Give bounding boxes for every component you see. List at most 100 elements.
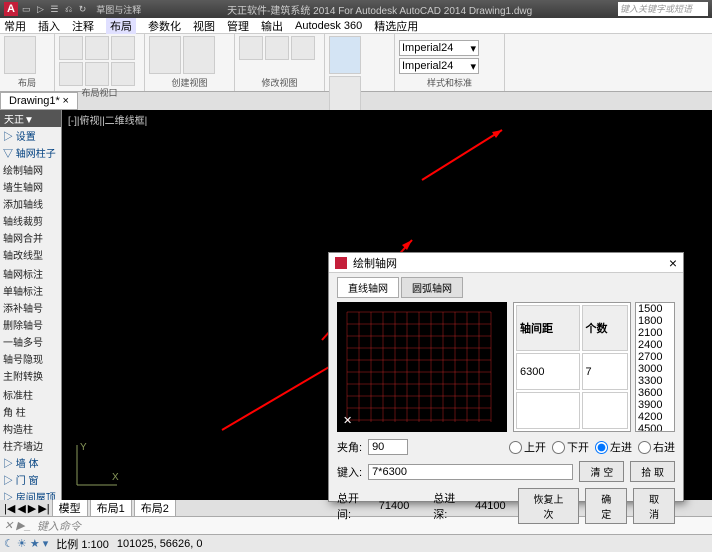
tab-layout2[interactable]: 布局2 [134, 499, 176, 517]
angle-input[interactable] [368, 439, 408, 455]
sidebar-item[interactable]: 轴网标注 [0, 265, 61, 282]
dialog-title: 绘制轴网 [353, 255, 397, 271]
axis-spacing-table[interactable]: 轴间距个数 63007 [513, 302, 631, 432]
coords-display: 101025, 56626, 0 [117, 538, 203, 550]
ok-button[interactable]: 确定 [585, 488, 627, 524]
sidebar-item[interactable]: ▷ 墙 体 [0, 454, 61, 471]
spacing-presets[interactable]: 1500180021002400270030003300360039004200… [635, 302, 675, 432]
radio-bottom[interactable]: 下开 [552, 439, 589, 455]
sidebar-item[interactable]: 单轴标注 [0, 282, 61, 299]
viewport-icon[interactable] [111, 36, 135, 60]
app-icon: A [4, 2, 18, 16]
nav-first[interactable]: |◀ [4, 502, 15, 515]
sidebar-item[interactable]: 添加轴线 [0, 195, 61, 212]
window-title: 天正软件-建筑系统 2014 For Autodesk AutoCAD 2014… [141, 2, 618, 17]
style-combo-1[interactable]: Imperial24▾ [399, 40, 479, 56]
help-search[interactable]: 键入关键字或短语 [618, 2, 708, 16]
sidebar-item[interactable]: 轴网合并 [0, 229, 61, 246]
sidebar-item[interactable]: 添补轴号 [0, 299, 61, 316]
title-bar: A ▭ ▷ ☰ ⎌ ↻ 草图与注释 天正软件-建筑系统 2014 For Aut… [0, 0, 712, 18]
total-depth-value: 44100 [475, 500, 506, 512]
sidebar-item[interactable]: ▽ 轴网柱子 [0, 144, 61, 161]
sidebar-title[interactable]: 天正▼ [0, 110, 61, 127]
modify-view-icon[interactable] [291, 36, 315, 60]
tab-arc-grid[interactable]: 圆弧轴网 [401, 277, 463, 298]
qat-caption: 草图与注释 [96, 3, 141, 16]
close-icon[interactable]: × [63, 95, 69, 107]
create-view-icon[interactable] [149, 36, 181, 74]
ribbon-tabs: 常用 插入 注释 布局 参数化 视图 管理 输出 Autodesk 360 精选… [0, 18, 712, 34]
svg-text:X: X [112, 472, 119, 483]
style-combo-2[interactable]: Imperial24▾ [399, 58, 479, 74]
doc-tab[interactable]: Drawing1* × [0, 92, 78, 110]
viewport-icon[interactable] [111, 62, 135, 86]
radio-top[interactable]: 上开 [509, 439, 546, 455]
sidebar-item[interactable]: 角 柱 [0, 403, 61, 420]
sidebar-item[interactable]: ▷ 门 窗 [0, 471, 61, 488]
ucs-icon: X Y [72, 440, 122, 490]
modify-view-icon[interactable] [239, 36, 263, 60]
clear-button[interactable]: 清 空 [579, 461, 624, 482]
scale-display[interactable]: 比例 1:100 [56, 536, 109, 552]
sidebar-item[interactable]: 一轴多号 [0, 333, 61, 350]
sidebar-item[interactable]: ▷ 房间屋顶 [0, 488, 61, 500]
tab-manage[interactable]: 管理 [227, 18, 249, 34]
angle-label: 夹角: [337, 439, 362, 455]
tab-parametric[interactable]: 参数化 [148, 18, 181, 34]
nav-next[interactable]: ▶ [28, 502, 36, 515]
tab-home[interactable]: 常用 [4, 18, 26, 34]
nav-prev[interactable]: ◀ [17, 502, 25, 515]
create-view-icon[interactable] [183, 36, 215, 74]
total-width-label: 总开间: [337, 490, 373, 522]
viewport-icon[interactable] [85, 62, 109, 86]
viewport-icon[interactable] [59, 62, 83, 86]
nav-last[interactable]: ▶| [38, 502, 49, 515]
tab-insert[interactable]: 插入 [38, 18, 60, 34]
update-icon[interactable] [329, 76, 361, 114]
input-label: 键入: [337, 464, 362, 480]
sidebar-item[interactable]: 删除轴号 [0, 316, 61, 333]
radio-right[interactable]: 右进 [638, 439, 675, 455]
sidebar-item[interactable]: 构造柱 [0, 420, 61, 437]
viewport-icon[interactable] [85, 36, 109, 60]
sidebar-item[interactable]: 墙生轴网 [0, 178, 61, 195]
grid-preview: ✕ [337, 302, 507, 432]
dialog-icon [335, 257, 347, 269]
tab-linear-grid[interactable]: 直线轴网 [337, 277, 399, 298]
chevron-down-icon: ▾ [470, 42, 476, 55]
tab-layout1[interactable]: 布局1 [90, 499, 132, 517]
sidebar-item[interactable]: 主附转换 [0, 367, 61, 384]
total-width-value: 71400 [379, 500, 410, 512]
sidebar-item[interactable]: 轴改线型 [0, 246, 61, 263]
tab-output[interactable]: 输出 [261, 18, 283, 34]
radio-left[interactable]: 左进 [595, 439, 632, 455]
sidebar-item[interactable]: 标准柱 [0, 386, 61, 403]
ribbon-panel: 布局 布局视口 创建视图 修改视图 更新 Imperial24▾Imperial… [0, 34, 712, 92]
cancel-button[interactable]: 取消 [633, 488, 675, 524]
layout-icon[interactable] [4, 36, 36, 74]
update-icon[interactable] [329, 36, 361, 74]
sidebar-item[interactable]: 绘制轴网 [0, 161, 61, 178]
pick-button[interactable]: 拾 取 [630, 461, 675, 482]
sidebar-item[interactable]: 轴号隐现 [0, 350, 61, 367]
total-depth-label: 总进深: [433, 490, 469, 522]
status-icons[interactable]: ☾ ☀ ★ ▾ [4, 537, 48, 550]
tianzheng-sidebar: 天正▼ ▷ 设置▽ 轴网柱子 绘制轴网 墙生轴网 添加轴线 轴线裁剪 轴网合并 … [0, 110, 62, 500]
svg-text:Y: Y [80, 442, 87, 453]
tab-view[interactable]: 视图 [193, 18, 215, 34]
tab-model[interactable]: 模型 [52, 499, 88, 517]
sidebar-item[interactable]: 轴线裁剪 [0, 212, 61, 229]
tab-layout[interactable]: 布局 [106, 18, 136, 34]
qat-icons[interactable]: ▭ ▷ ☰ ⎌ ↻ [22, 4, 88, 15]
svg-text:✕: ✕ [343, 415, 352, 427]
viewport-icon[interactable] [59, 36, 83, 60]
restore-button[interactable]: 恢复上次 [518, 488, 580, 524]
close-icon[interactable]: × [669, 255, 677, 271]
sidebar-item[interactable]: 柱齐墙边 [0, 437, 61, 454]
spacing-input[interactable] [368, 464, 573, 480]
sidebar-item[interactable]: ▷ 设置 [0, 127, 61, 144]
modify-view-icon[interactable] [265, 36, 289, 60]
tab-annotate[interactable]: 注释 [72, 18, 94, 34]
tab-a360[interactable]: Autodesk 360 [295, 20, 362, 32]
tab-featured[interactable]: 精选应用 [374, 18, 418, 34]
